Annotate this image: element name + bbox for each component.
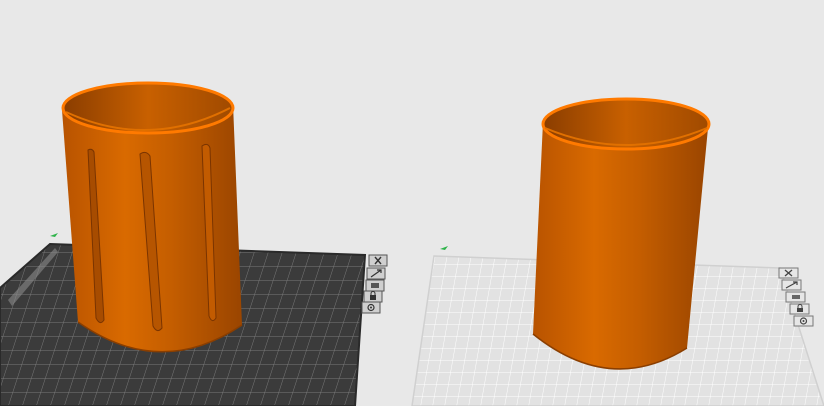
model-1-cylinder[interactable] — [61, 81, 243, 353]
plate-1-orient-icon[interactable] — [365, 279, 385, 292]
plate-1-close-icon[interactable] — [368, 254, 388, 267]
plate-1-arrange-icon[interactable] — [366, 267, 386, 280]
plate-2-marker-icon — [440, 246, 448, 250]
plate-1-marker-icon — [50, 233, 58, 237]
plate-1-toolbar — [361, 254, 388, 314]
model-1-rim — [61, 81, 235, 135]
scene-canvas[interactable] — [0, 0, 824, 406]
plate-1-lock-icon[interactable] — [363, 290, 383, 303]
model-2-rim — [541, 97, 711, 151]
plate-2-orient-icon[interactable] — [785, 291, 806, 303]
model-2-cylinder[interactable] — [532, 97, 711, 370]
3d-viewport[interactable] — [0, 0, 824, 406]
plate-1-settings-icon[interactable] — [361, 301, 381, 314]
plate-2-arrange-icon[interactable] — [781, 279, 802, 291]
model-2-body — [533, 122, 708, 369]
plate-2-lock-icon[interactable] — [789, 303, 810, 315]
plate-2-close-icon[interactable] — [778, 267, 799, 279]
plate-2-settings-icon[interactable] — [793, 315, 814, 327]
